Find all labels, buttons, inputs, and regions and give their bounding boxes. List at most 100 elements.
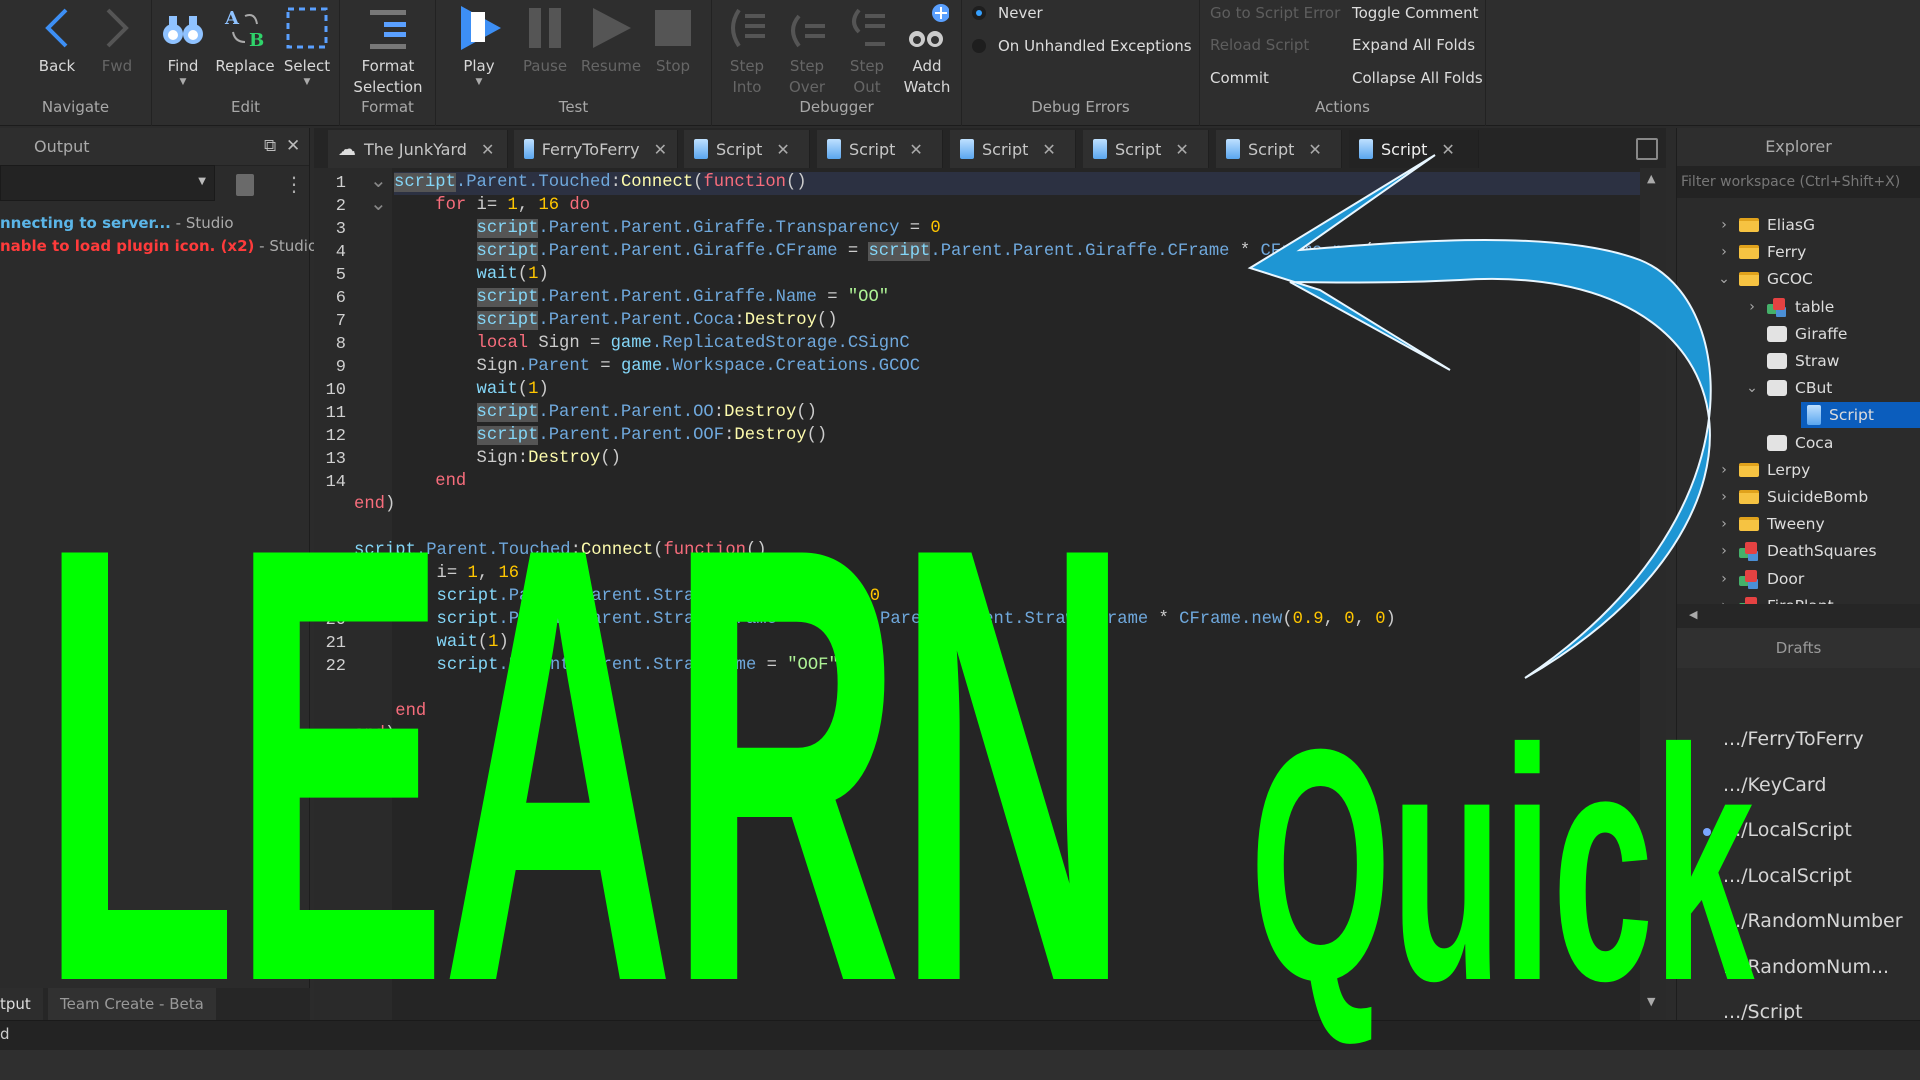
group-label: Format xyxy=(361,98,414,116)
reload-script-button[interactable]: Reload Script xyxy=(1210,36,1309,54)
svg-text:A: A xyxy=(224,8,240,29)
line-number: 5 xyxy=(335,266,346,285)
fold-chevron-icon[interactable]: ⌄ xyxy=(370,168,387,192)
toggle-comment-button[interactable]: Toggle Comment xyxy=(1352,4,1479,22)
tab-label: Script xyxy=(1248,139,1295,159)
resume-button[interactable]: Resume xyxy=(580,0,642,77)
undock-icon[interactable]: ⧉ xyxy=(264,136,276,156)
forward-button[interactable]: Fwd xyxy=(86,0,148,77)
explorer-item[interactable]: › EliasG xyxy=(1717,212,1815,238)
radio-icon xyxy=(972,39,986,53)
code-line: script.Parent.Parent.Giraffe.Name = "OO" xyxy=(476,288,890,307)
chevron-right-icon[interactable]: › xyxy=(1717,543,1731,559)
close-tab-icon[interactable]: ✕ xyxy=(1175,140,1188,159)
close-icon[interactable]: ✕ xyxy=(286,136,300,156)
play-icon xyxy=(593,8,631,48)
editor-tab[interactable]: FerryToFerry ✕ xyxy=(514,130,678,168)
editor-tab[interactable]: Script ✕ xyxy=(950,130,1076,168)
explorer-filter-input[interactable]: Filter workspace (Ctrl+Shift+X) xyxy=(1677,166,1920,198)
scroll-left-icon[interactable]: ◀ xyxy=(1689,608,1697,621)
close-tab-icon[interactable]: ✕ xyxy=(909,140,922,159)
tab-output[interactable]: tput xyxy=(0,988,43,1020)
code-line: wait(1) xyxy=(476,265,549,284)
chevron-right-icon[interactable]: › xyxy=(1717,217,1731,233)
explorer-item[interactable]: Coca xyxy=(1745,430,1833,456)
radio-selected-icon xyxy=(972,6,986,20)
go-to-script-error-button[interactable]: Go to Script Error xyxy=(1210,4,1340,22)
explorer-item[interactable]: ⌄ GCOC xyxy=(1717,266,1813,292)
chevron-down-icon[interactable]: ⌄ xyxy=(1745,380,1759,396)
test-group: Play ▼ Pause Resume Stop Test xyxy=(436,0,712,126)
explorer-item[interactable]: Straw xyxy=(1745,348,1839,374)
close-tab-icon[interactable]: ✕ xyxy=(1042,140,1055,159)
dropdown-caret-icon: ▼ xyxy=(179,77,187,87)
pause-icon xyxy=(529,8,561,48)
replace-button[interactable]: AB Replace xyxy=(214,0,276,77)
close-tab-icon[interactable]: ✕ xyxy=(1441,140,1454,159)
expand-all-folds-button[interactable]: Expand All Folds xyxy=(1352,36,1475,54)
chevron-right-icon[interactable]: › xyxy=(1717,571,1731,587)
script-icon xyxy=(1359,139,1373,159)
editor-tab[interactable]: Script ✕ xyxy=(817,130,943,168)
explorer-item[interactable]: ⌄ CBut xyxy=(1745,375,1832,401)
chevron-right-icon xyxy=(106,8,129,48)
chevron-right-icon[interactable]: › xyxy=(1717,244,1731,260)
commit-button[interactable]: Commit xyxy=(1210,69,1269,87)
line-number: 3 xyxy=(335,220,346,239)
editor-tab[interactable]: ☁ The JunkYard ✕ xyxy=(328,130,508,168)
explorer-item[interactable]: › DeathSquares xyxy=(1717,538,1877,564)
replace-icon: AB xyxy=(224,8,264,50)
split-view-icon[interactable] xyxy=(1636,138,1658,160)
chevron-down-icon[interactable]: ⌄ xyxy=(1717,271,1731,287)
explorer-item[interactable]: › Tweeny xyxy=(1717,511,1824,537)
explorer-item[interactable]: › table xyxy=(1745,294,1834,320)
editor-tab[interactable]: Script ✕ xyxy=(1083,130,1209,168)
close-tab-icon[interactable]: ✕ xyxy=(481,140,494,159)
tab-label: Script xyxy=(716,139,763,159)
add-watch-button[interactable]: Add Watch xyxy=(896,0,958,98)
close-tab-icon[interactable]: ✕ xyxy=(654,140,667,159)
stop-button[interactable]: Stop xyxy=(642,0,704,77)
script-icon xyxy=(827,139,841,159)
pause-button[interactable]: Pause xyxy=(514,0,576,77)
chevron-right-icon[interactable]: › xyxy=(1717,489,1731,505)
folder-icon xyxy=(1739,517,1759,532)
debug-errors-never-radio[interactable]: Never xyxy=(972,4,1043,22)
fold-chevron-icon[interactable]: ⌄ xyxy=(370,191,387,215)
close-tab-icon[interactable]: ✕ xyxy=(776,140,789,159)
editor-tab[interactable]: Script ✕ xyxy=(1216,130,1342,168)
chevron-right-icon[interactable]: › xyxy=(1717,516,1731,532)
horizontal-scrollbar[interactable]: ◀ xyxy=(1677,604,1920,628)
debug-errors-unhandled-radio[interactable]: On Unhandled Exceptions xyxy=(972,37,1192,55)
close-tab-icon[interactable]: ✕ xyxy=(1308,140,1321,159)
editor-tab[interactable]: Script ✕ xyxy=(684,130,810,168)
explorer-item[interactable]: Script xyxy=(1801,402,1920,429)
step-over-button[interactable]: Step Over xyxy=(776,0,838,98)
explorer-item[interactable]: › Ferry xyxy=(1717,239,1806,265)
editor-tab[interactable]: Script ✕ xyxy=(1349,130,1479,168)
format-lines-icon xyxy=(370,10,406,49)
step-out-button[interactable]: Step Out xyxy=(836,0,898,98)
find-button[interactable]: Find ▼ xyxy=(152,0,214,87)
line-number: 10 xyxy=(325,381,346,400)
collapse-all-folds-button[interactable]: Collapse All Folds xyxy=(1352,69,1483,87)
more-options-icon[interactable]: ⋮ xyxy=(284,172,304,196)
folder-icon xyxy=(1739,245,1759,260)
explorer-item[interactable]: › Door xyxy=(1717,566,1804,592)
format-selection-button[interactable]: Format Selection xyxy=(348,0,428,98)
play-button[interactable]: Play ▼ xyxy=(448,0,510,87)
explorer-item[interactable]: › SuicideBomb xyxy=(1717,484,1868,510)
chevron-right-icon[interactable]: › xyxy=(1745,299,1759,315)
back-button[interactable]: Back xyxy=(26,0,88,77)
select-button[interactable]: Select ▼ xyxy=(276,0,338,87)
step-into-button[interactable]: Step Into xyxy=(716,0,778,98)
explorer-item[interactable]: › Lerpy xyxy=(1717,457,1810,483)
scroll-up-icon[interactable]: ▲ xyxy=(1647,172,1655,185)
cloud-icon: ☁ xyxy=(338,138,356,160)
tab-label: FerryToFerry xyxy=(541,139,640,159)
clear-output-trash-icon[interactable] xyxy=(236,174,254,196)
explorer-item[interactable]: Giraffe xyxy=(1745,321,1847,347)
output-filter-dropdown[interactable]: ▼ xyxy=(0,165,215,201)
chevron-right-icon[interactable]: › xyxy=(1717,462,1731,478)
explorer-item-label: DeathSquares xyxy=(1767,542,1877,561)
